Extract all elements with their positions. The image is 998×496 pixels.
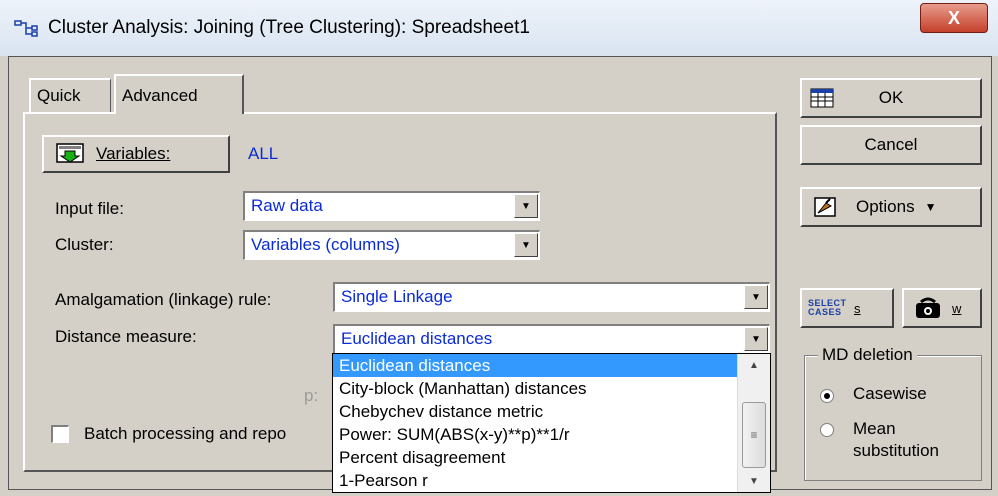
close-icon: X: [947, 7, 960, 28]
title-bar[interactable]: Cluster Analysis: Joining (Tree Clusteri…: [0, 0, 998, 56]
weight-shortcut: W: [952, 300, 962, 316]
chevron-down-icon[interactable]: ▼: [744, 327, 768, 351]
dropdown-option-pearson[interactable]: 1-Pearson r: [333, 469, 738, 492]
batch-label: Batch processing and repo: [84, 424, 287, 443]
options-icon: [814, 197, 836, 217]
amalgamation-label: Amalgamation (linkage) rule:: [55, 290, 272, 309]
variables-button[interactable]: Variables:: [42, 135, 230, 173]
chevron-down-icon[interactable]: ▼: [514, 233, 538, 257]
ok-label: OK: [878, 88, 904, 107]
variables-button-label: Variables:: [96, 144, 171, 163]
distance-value: Euclidean distances: [341, 329, 493, 348]
input-file-select[interactable]: Raw data ▼: [243, 191, 540, 221]
scroll-up-icon[interactable]: ▲: [738, 354, 770, 376]
distance-dropdown-list[interactable]: Euclidean distances City-block (Manhatta…: [332, 353, 771, 493]
ok-button[interactable]: OK: [800, 78, 982, 118]
casewise-radio[interactable]: [820, 389, 834, 403]
options-dropdown-icon: ▼: [924, 200, 937, 214]
dropdown-scrollbar[interactable]: ▲ ≡ ▼: [737, 354, 770, 492]
input-file-label: Input file:: [55, 199, 124, 218]
distance-label: Distance measure:: [55, 327, 197, 346]
cluster-analysis-dialog: Cluster Analysis: Joining (Tree Clusteri…: [0, 0, 998, 496]
tree-clustering-icon: [14, 20, 38, 37]
tab-quick[interactable]: Quick: [29, 78, 111, 112]
chevron-down-icon[interactable]: ▼: [744, 285, 768, 309]
cluster-label: Cluster:: [55, 235, 114, 254]
input-file-value: Raw data: [251, 196, 323, 215]
tab-joint: [116, 110, 242, 115]
mean-substitution-radio[interactable]: [820, 423, 834, 437]
mean-substitution-label: Mean substitution: [853, 419, 939, 460]
amalgamation-select[interactable]: Single Linkage ▼: [333, 282, 770, 312]
cancel-label: Cancel: [864, 135, 918, 154]
tab-advanced-label: Advanced: [122, 86, 198, 105]
select-cases-shortcut: S: [854, 300, 861, 316]
tab-quick-label: Quick: [37, 86, 81, 105]
dropdown-option-chebychev[interactable]: Chebychev distance metric: [333, 400, 738, 423]
scroll-thumb[interactable]: ≡: [742, 402, 766, 468]
options-label: Options: [856, 197, 915, 216]
weight-button[interactable]: W: [902, 288, 982, 328]
select-cases-icon: SELECT CASES: [808, 298, 847, 317]
casewise-label: Casewise: [853, 384, 927, 403]
batch-checkbox[interactable]: [51, 425, 69, 443]
scroll-down-icon[interactable]: ▼: [738, 470, 770, 492]
amalgamation-value: Single Linkage: [341, 287, 453, 306]
dropdown-option-power[interactable]: Power: SUM(ABS(x-y)**p)**1/r: [333, 423, 738, 446]
dropdown-option-euclidean[interactable]: Euclidean distances: [333, 354, 738, 377]
window-title: Cluster Analysis: Joining (Tree Clusteri…: [48, 17, 530, 38]
cluster-select[interactable]: Variables (columns) ▼: [243, 230, 540, 260]
cancel-button[interactable]: Cancel: [800, 125, 982, 165]
variables-icon: [56, 143, 84, 163]
select-cases-button[interactable]: SELECT CASES S: [800, 288, 894, 328]
options-button[interactable]: Options ▼: [800, 187, 982, 227]
close-button[interactable]: X: [920, 3, 988, 33]
tab-advanced[interactable]: Advanced: [114, 74, 244, 114]
weight-icon: [916, 297, 940, 318]
p-label: p:: [304, 386, 319, 405]
distance-select[interactable]: Euclidean distances ▼: [333, 324, 770, 354]
cluster-value: Variables (columns): [251, 235, 400, 254]
chevron-down-icon[interactable]: ▼: [514, 194, 538, 218]
dropdown-option-percent-disagreement[interactable]: Percent disagreement: [333, 446, 738, 469]
variables-value: ALL: [248, 144, 279, 163]
md-deletion-title: MD deletion: [818, 345, 917, 365]
spreadsheet-icon: [810, 88, 834, 108]
dropdown-option-city-block[interactable]: City-block (Manhattan) distances: [333, 377, 738, 400]
